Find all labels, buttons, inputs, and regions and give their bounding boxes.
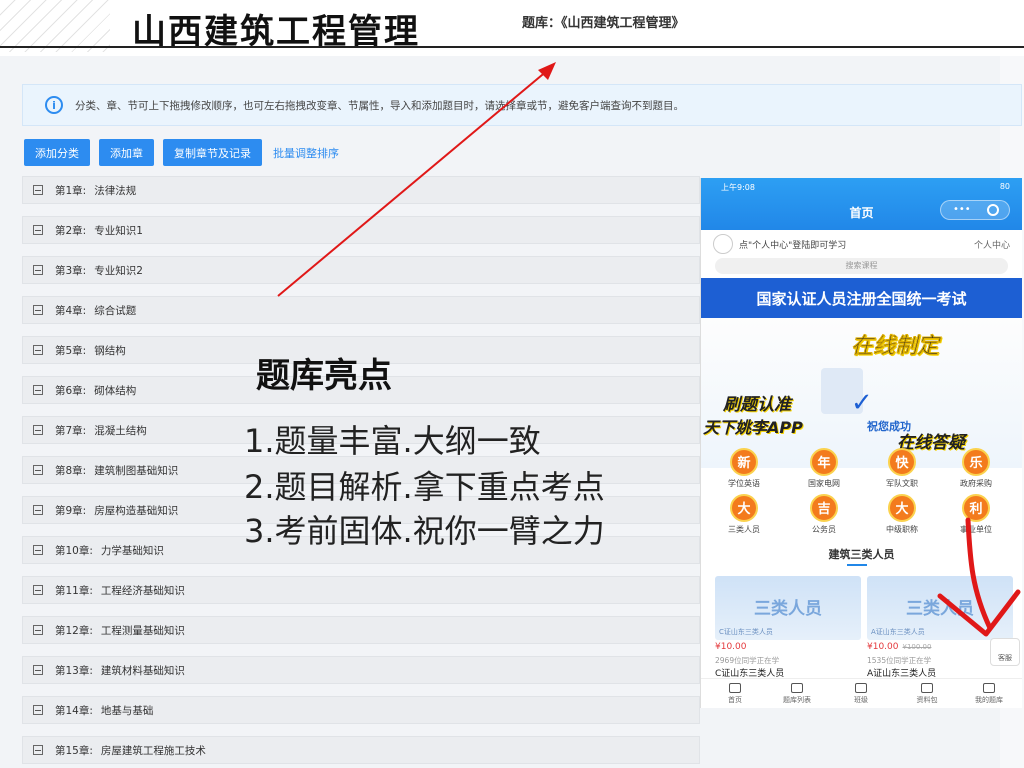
annotation-arrows <box>277 62 1021 637</box>
arrow-line <box>277 69 549 297</box>
red-marker-stroke <box>965 517 993 631</box>
